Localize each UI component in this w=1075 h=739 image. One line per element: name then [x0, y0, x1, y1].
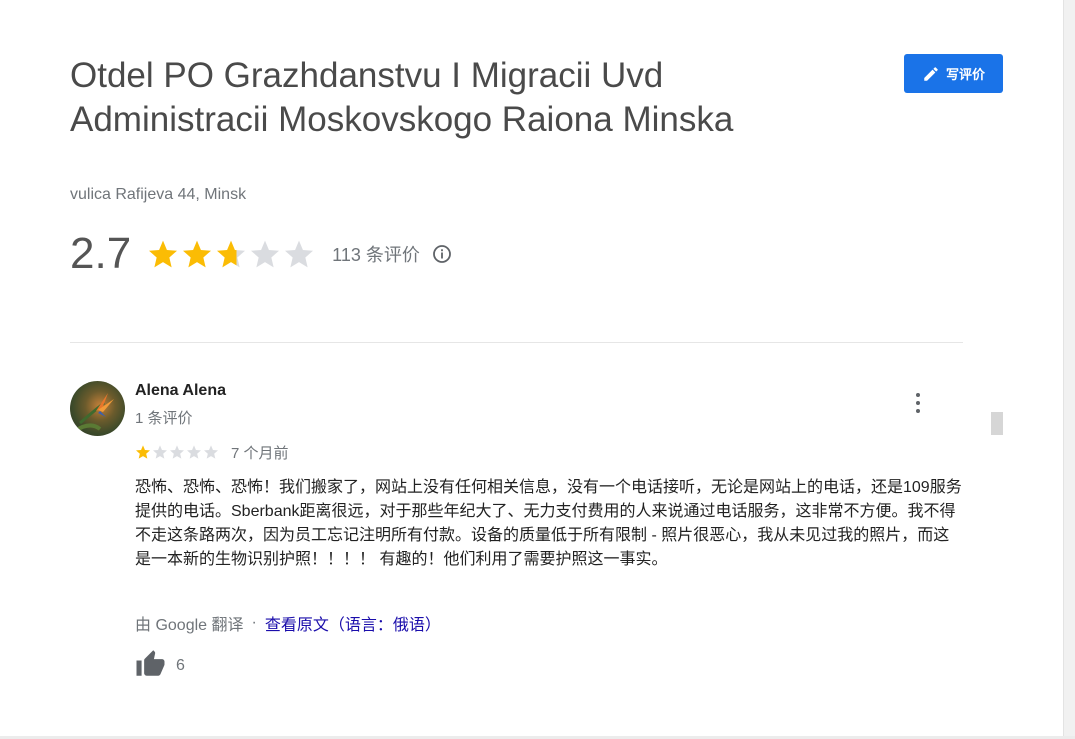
reviewer-name[interactable]: Alena Alena — [135, 382, 226, 400]
section-divider — [70, 342, 963, 343]
rating-star-2 — [183, 240, 212, 268]
rating-stars — [147, 238, 315, 270]
info-icon[interactable] — [432, 244, 452, 264]
write-review-label: 写评价 — [945, 67, 985, 82]
reviewer-avatar[interactable] — [70, 381, 125, 436]
review-star-5 — [204, 445, 218, 459]
rating-star-1 — [149, 240, 178, 268]
scrollbar-thumb[interactable] — [991, 412, 1003, 435]
like-row: 6 — [135, 649, 185, 682]
write-review-button[interactable]: 写评价 — [904, 54, 1003, 93]
review-star-3 — [170, 445, 184, 459]
window-right-edge — [1063, 0, 1075, 739]
like-count: 6 — [176, 656, 185, 674]
rating-star-4 — [251, 240, 280, 268]
translated-by-label: 由 Google 翻译 — [135, 617, 244, 634]
place-title: Otdel PO Grazhdanstvu I Migracii Uvd Adm… — [70, 56, 734, 139]
review-star-4 — [187, 445, 201, 459]
more-vert-icon[interactable] — [908, 391, 928, 415]
review-rating-row: 7 个月前 — [135, 442, 289, 462]
translation-row: 由 Google 翻译 · 查看原文（语言：俄语） — [135, 611, 441, 635]
rating-star-3 — [217, 240, 246, 268]
reviewer-review-count: 1 条评价 — [135, 410, 193, 427]
pencil-icon — [922, 65, 940, 83]
rating-value: 2.7 — [70, 229, 132, 278]
translation-separator: · — [251, 614, 257, 631]
rating-star-5 — [285, 240, 314, 268]
review-stars — [135, 444, 219, 460]
review-time: 7 个月前 — [231, 444, 289, 462]
rating-summary: 2.7 113 条评价 — [70, 226, 452, 282]
review-star-1 — [136, 445, 150, 459]
thumbs-up-icon[interactable] — [135, 649, 166, 682]
see-original-link[interactable]: 查看原文（语言：俄语） — [265, 611, 441, 635]
place-address: vulica Rafijeva 44, Minsk — [70, 186, 247, 203]
review-text: 恐怖、恐怖、恐怖！我们搬家了，网站上没有任何相关信息，没有一个电话接听，无论是网… — [135, 479, 962, 568]
review-count[interactable]: 113 条评价 — [332, 241, 420, 267]
review-star-2 — [153, 445, 167, 459]
